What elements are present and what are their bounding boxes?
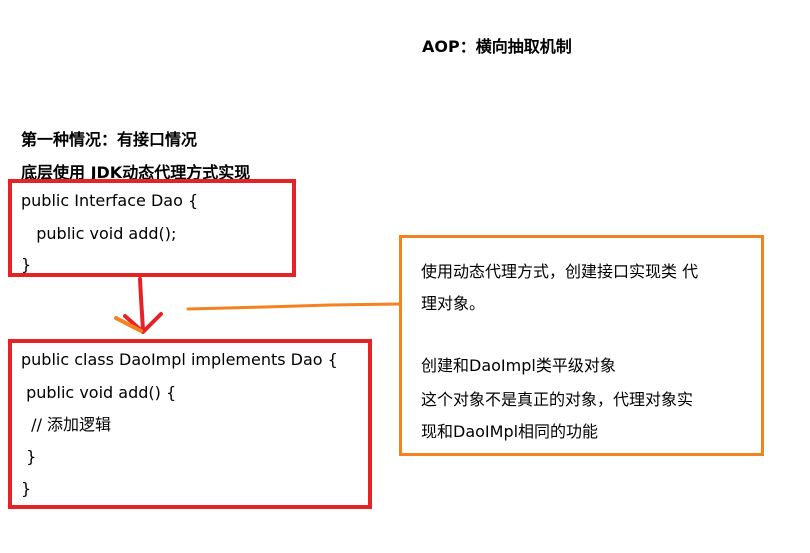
interface-code-line: } <box>21 255 32 274</box>
interface-code-line: public void add(); <box>21 224 177 243</box>
note-line: 现和DaoIMpl相同的功能 <box>421 422 599 441</box>
impl-code-line: // 添加逻辑 <box>21 415 112 434</box>
impl-code-line: } <box>21 479 32 498</box>
red-arrow-head <box>123 312 163 334</box>
interface-code-line: public Interface Dao { <box>21 191 199 210</box>
impl-code-line: public class DaoImpl implements Dao { <box>21 350 338 369</box>
impl-code-line: public void add() { <box>21 383 177 402</box>
impl-code-line: } <box>21 447 37 466</box>
note-line: 这个对象不是真正的对象，代理对象实 <box>421 390 694 409</box>
diagram-canvas: AOP：横向抽取机制 第一种情况：有接口情况 底层使用 JDK动态代理方式实现 … <box>0 0 810 553</box>
note-line: 使用动态代理方式，创建接口实现类 代 <box>421 262 699 281</box>
heading-case-one: 第一种情况：有接口情况 <box>21 130 198 149</box>
red-arrow-shaft <box>138 277 145 332</box>
diagram-title: AOP：横向抽取机制 <box>422 37 572 56</box>
orange-wedge <box>114 316 143 333</box>
orange-connector-line <box>186 302 401 311</box>
note-line: 创建和DaoImpl类平级对象 <box>421 356 616 375</box>
note-line: 理对象。 <box>421 294 486 313</box>
